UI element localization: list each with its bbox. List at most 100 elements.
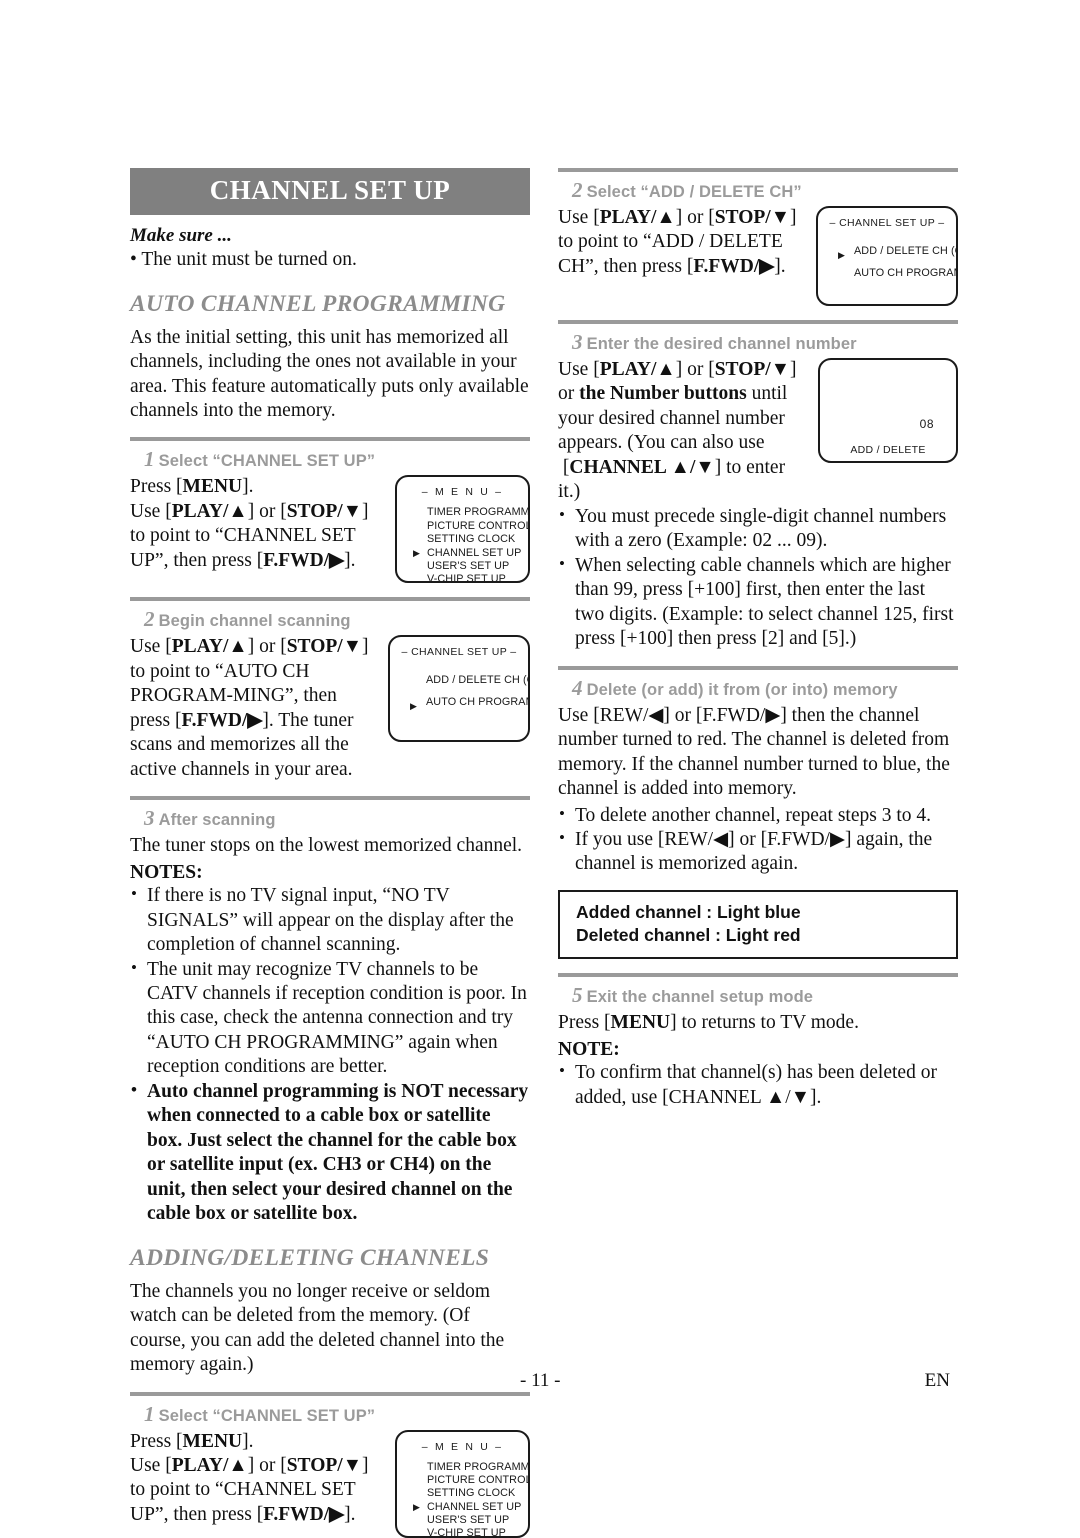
osd-menu-item: USER'S SET UP: [427, 559, 510, 572]
osd-menu-item: V-CHIP SET UP: [427, 1527, 506, 1538]
step-divider: [130, 437, 530, 442]
legend-deleted: Deleted channel : Light red: [576, 925, 801, 946]
step-divider: [558, 168, 958, 172]
make-sure-label: Make sure ...: [130, 225, 232, 246]
step-title: Begin channel scanning: [158, 612, 351, 631]
step-title: Enter the desired channel number: [586, 335, 857, 353]
step-title: Select “CHANNEL SET UP”: [158, 452, 376, 471]
osd-screen-menu: – M E N U – TIMER PROGRAMMING PICTURE CO…: [395, 475, 530, 584]
step-heading-add-5: 5 Exit the channel setup mode: [558, 983, 958, 1008]
note-item-bold: Auto channel programming is NOT necessar…: [130, 1079, 530, 1227]
step-text: Use [PLAY/▲] or [STOP/▼] to point to “AD…: [558, 207, 797, 277]
step-number: 1: [144, 447, 155, 472]
step-divider: [130, 597, 530, 602]
osd-menu-item: USER'S SET UP: [427, 1514, 510, 1527]
notes-list-add-4: To delete another channel, repeat steps …: [558, 802, 958, 877]
note-item: You must precede single-digit channel nu…: [558, 504, 958, 554]
osd-title: – CHANNEL SET UP –: [401, 646, 517, 659]
auto-intro-paragraph: As the initial setting, this unit has me…: [130, 326, 529, 421]
note-item: If you use [REW/◀] or [F.FWD/▶] again, t…: [558, 827, 958, 877]
step-title: Delete (or add) it from (or into) memory: [586, 680, 898, 699]
step-number: 1: [144, 1401, 155, 1426]
notes-list-add-5: To confirm that channel(s) has been dele…: [558, 1060, 958, 1110]
heading-adding-deleting-channels: ADDING/DELETING CHANNELS: [130, 1244, 490, 1271]
osd-menu-item-selected: AUTO CH PROGRAMMING: [410, 692, 530, 715]
step-text: Press [MENU]. Use [PLAY/▲] or [STOP/▼] t…: [130, 1430, 380, 1528]
osd-menu-item: PICTURE CONTROL: [427, 519, 530, 532]
step-number: 2: [572, 178, 583, 202]
osd-menu-item: TIMER PROGRAMMING: [427, 1460, 530, 1473]
step-text: Use [PLAY/▲] or [STOP/▼] or the Number b…: [558, 359, 797, 503]
step-body-auto-2: – CHANNEL SET UP – ADD / DELETE CH (CATV…: [130, 635, 530, 782]
step-divider: [130, 796, 530, 801]
right-column: 2 Select “ADD / DELETE CH” – CHANNEL SET …: [558, 168, 958, 1110]
notes-list-add-3: You must precede single-digit channel nu…: [558, 504, 958, 652]
note-item: The unit may recognize TV channels to be…: [130, 957, 530, 1080]
notes-label: NOTES:: [130, 861, 203, 883]
osd-add-delete-label: ADD / DELETE: [850, 444, 926, 456]
step-body-auto-1: – M E N U – TIMER PROGRAMMING PICTURE CO…: [130, 475, 530, 584]
note-label: NOTE:: [558, 1038, 620, 1060]
osd-menu-item: V-CHIP SET UP: [427, 573, 506, 584]
step-title: Select “CHANNEL SET UP”: [158, 1406, 376, 1425]
step-heading-add-1: 1 Select “CHANNEL SET UP”: [130, 1402, 530, 1427]
osd-screen-menu-2: – M E N U – TIMER PROGRAMMING PICTURE CO…: [395, 1429, 530, 1538]
osd-menu-item: AUTO CH PROGRAMMING: [854, 266, 958, 279]
step-heading-auto-2: 2 Begin channel scanning: [130, 607, 530, 632]
step-number: 4: [572, 675, 583, 700]
step-text: Press [MENU]. Use [PLAY/▲] or [STOP/▼] t…: [130, 475, 380, 573]
step-heading-add-3: 3 Enter the desired channel number: [558, 330, 958, 355]
step-heading-add-4: 4 Delete (or add) it from (or into) memor…: [558, 676, 958, 701]
step-title: Select “ADD / DELETE CH”: [586, 183, 802, 201]
step-divider: [558, 665, 958, 670]
osd-menu-item: PICTURE CONTROL: [427, 1473, 530, 1486]
osd-menu-item: TIMER PROGRAMMING: [427, 506, 530, 519]
step-line: Press [MENU].: [130, 476, 254, 498]
after-scanning-text: The tuner stops on the lowest memorized …: [130, 835, 523, 857]
color-legend-box: Added channel : Light blue Deleted chann…: [558, 889, 958, 960]
osd-menu-item: ADD / DELETE CH (CATV): [426, 674, 530, 687]
heading-auto-channel-programming: AUTO CHANNEL PROGRAMMING: [130, 290, 506, 317]
left-column: CHANNEL SET UP Make sure ... • The unit …: [130, 168, 530, 1538]
osd-channel-number: 08: [919, 417, 934, 431]
osd-menu-list: ADD / DELETE CH (CATV) AUTO CH PROGRAMMI…: [818, 241, 958, 284]
osd-menu-item-selected: ADD / DELETE CH (CATV): [838, 241, 958, 264]
note-item: If there is no TV signal input, “NO TV S…: [130, 883, 530, 957]
osd-menu-item-selected: CHANNEL SET UP: [413, 1501, 528, 1514]
notes-list-auto: If there is no TV signal input, “NO TV S…: [130, 883, 530, 1227]
step-number: 3: [572, 330, 583, 354]
osd-menu-item: SETTING CLOCK: [427, 1487, 516, 1500]
step-title: After scanning: [158, 811, 276, 830]
step-number: 5: [572, 983, 583, 1008]
legend-added: Added channel : Light blue: [576, 901, 801, 922]
step-line: Press [MENU].: [130, 1430, 254, 1452]
step-text: Use [PLAY/▲] or [STOP/▼] to point to “AU…: [130, 636, 369, 780]
make-sure-item: • The unit must be turned on.: [130, 249, 357, 270]
page-number: - 11 -: [520, 1370, 561, 1391]
step-body-add-1: – M E N U – TIMER PROGRAMMING PICTURE CO…: [130, 1429, 530, 1538]
step4-body: Use [REW/◀] or [F.FWD/▶] then the channe…: [558, 704, 950, 800]
step5-body: Press [MENU] to returns to TV mode.: [558, 1012, 859, 1034]
step-line: Use [PLAY/▲] or [STOP/▼] to point to “CH…: [130, 500, 369, 571]
step-line: Use [PLAY/▲] or [STOP/▼] to point to “CH…: [130, 1455, 369, 1525]
osd-title: – M E N U –: [421, 1440, 504, 1453]
language-code: EN: [924, 1370, 950, 1391]
step-heading-auto-3: 3 After scanning: [130, 806, 530, 831]
step-body-add-2: – CHANNEL SET UP – ADD / DELETE CH (CATV…: [558, 206, 958, 306]
step-title: Exit the channel setup mode: [586, 988, 814, 1007]
step-number: 3: [144, 806, 155, 831]
step-divider: [558, 973, 958, 978]
osd-screen-add-delete: 08 ADD / DELETE: [818, 358, 958, 463]
step-number: 2: [144, 607, 155, 632]
page-title: CHANNEL SET UP: [130, 168, 530, 215]
osd-screen-channel-setup-add: – CHANNEL SET UP – ADD / DELETE CH (CATV…: [816, 206, 958, 306]
step-divider: [558, 320, 958, 324]
step-heading-auto-1: 1 Select “CHANNEL SET UP”: [130, 447, 530, 472]
osd-menu-list: ADD / DELETE CH (CATV) AUTO CH PROGRAMMI…: [390, 670, 530, 715]
step-divider: [130, 1391, 530, 1396]
note-item: To delete another channel, repeat steps …: [558, 802, 958, 828]
osd-menu-item-selected: CHANNEL SET UP: [413, 547, 528, 560]
osd-menu-list: TIMER PROGRAMMING PICTURE CONTROL SETTIN…: [397, 1460, 530, 1538]
note-item: To confirm that channel(s) has been dele…: [558, 1060, 958, 1110]
osd-menu-item: SETTING CLOCK: [427, 533, 516, 546]
